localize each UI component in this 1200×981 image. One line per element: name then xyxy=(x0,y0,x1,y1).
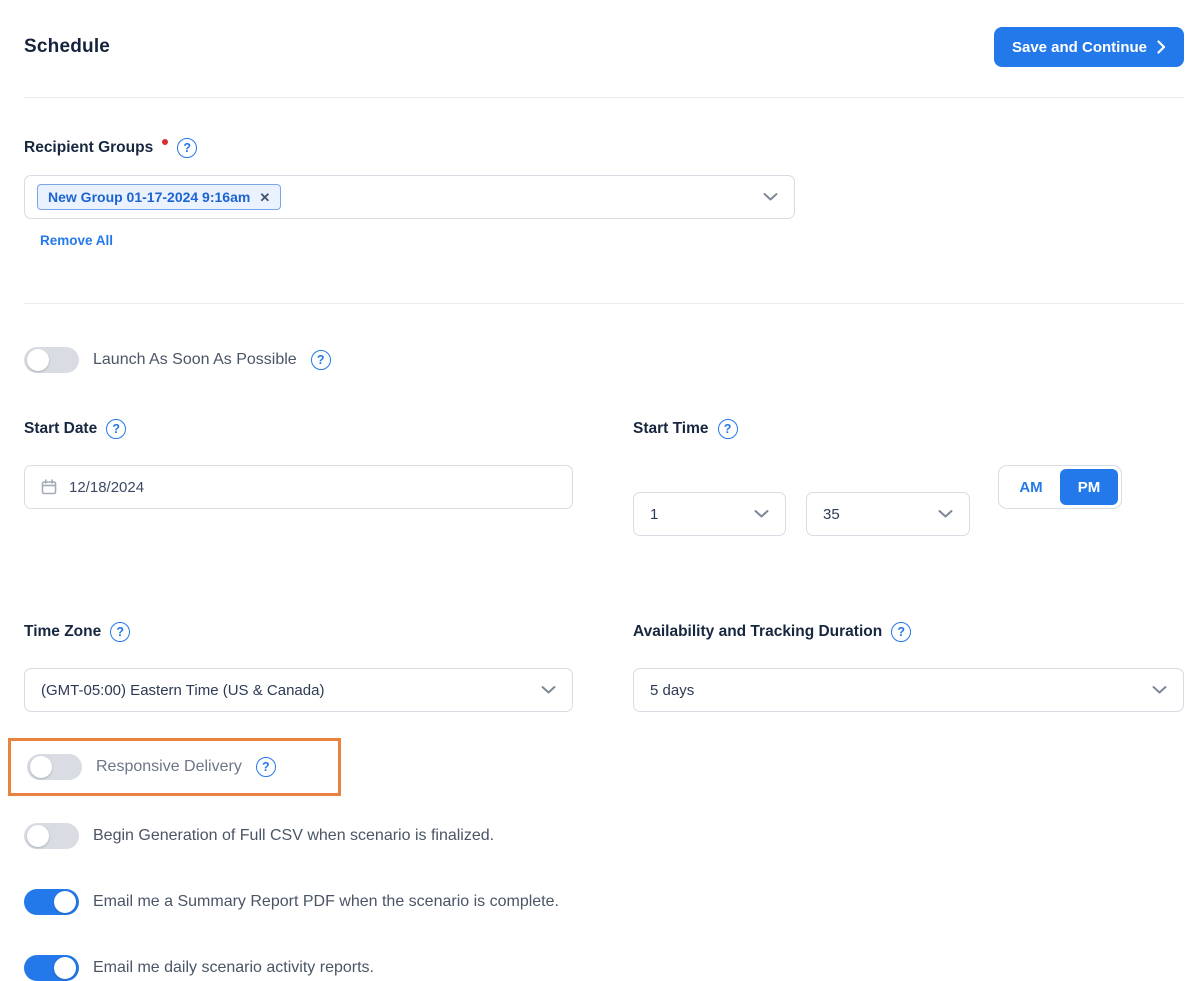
responsive-delivery-label: Responsive Delivery xyxy=(96,758,242,776)
tag-remove-icon[interactable]: ✕ xyxy=(259,191,270,204)
duration-label: Availability and Tracking Duration xyxy=(633,623,882,641)
toggle-knob xyxy=(27,825,49,847)
responsive-delivery-highlight: Responsive Delivery ? xyxy=(8,738,341,796)
start-time-help-icon[interactable]: ? xyxy=(718,419,738,439)
toggle-knob xyxy=(27,349,49,371)
am-button[interactable]: AM xyxy=(1002,469,1060,505)
meridiem-toggle-group: AM PM xyxy=(998,465,1122,509)
time-zone-cell: Time Zone ? (GMT-05:00) Eastern Time (US… xyxy=(24,623,573,712)
schedule-page: Schedule Save and Continue Recipient Gro… xyxy=(0,0,1200,965)
chevron-right-icon xyxy=(1157,40,1166,54)
recipient-group-tag[interactable]: New Group 01-17-2024 9:16am ✕ xyxy=(37,184,281,210)
recipient-groups-select[interactable]: New Group 01-17-2024 9:16am ✕ xyxy=(24,175,795,219)
recipient-groups-label: Recipient Groups xyxy=(24,139,153,157)
csv-generation-toggle[interactable] xyxy=(24,823,79,849)
start-time-controls: 1 35 AM PM xyxy=(633,465,1184,536)
start-time-label: Start Time xyxy=(633,420,709,438)
responsive-delivery-help-icon[interactable]: ? xyxy=(256,757,276,777)
start-time-label-row: Start Time ? xyxy=(633,420,1184,438)
start-date-cell: Start Date ? 12/18/2024 xyxy=(24,420,573,536)
start-date-label: Start Date xyxy=(24,420,97,438)
launch-asap-toggle[interactable] xyxy=(24,347,79,373)
chevron-down-icon xyxy=(938,510,953,519)
pm-button[interactable]: PM xyxy=(1060,469,1118,505)
duration-label-row: Availability and Tracking Duration ? xyxy=(633,623,1184,641)
time-zone-label: Time Zone xyxy=(24,623,101,641)
time-zone-value: (GMT-05:00) Eastern Time (US & Canada) xyxy=(41,682,324,699)
header-divider xyxy=(24,97,1184,98)
duration-cell: Availability and Tracking Duration ? 5 d… xyxy=(633,623,1184,712)
section-divider xyxy=(24,303,1184,304)
start-date-label-row: Start Date ? xyxy=(24,420,573,438)
start-time-cell: Start Time ? 1 35 AM PM xyxy=(633,420,1184,536)
hour-select[interactable]: 1 xyxy=(633,492,786,536)
remove-all-link[interactable]: Remove All xyxy=(40,233,113,248)
duration-help-icon[interactable]: ? xyxy=(891,622,911,642)
start-date-input[interactable]: 12/18/2024 xyxy=(24,465,573,509)
launch-toggle-label: Launch As Soon As Possible xyxy=(93,351,297,369)
summary-report-toggle-row: Email me a Summary Report PDF when the s… xyxy=(24,889,1184,915)
start-date-help-icon[interactable]: ? xyxy=(106,419,126,439)
daily-reports-toggle[interactable] xyxy=(24,955,79,981)
csv-toggle-label: Begin Generation of Full CSV when scenar… xyxy=(93,827,494,845)
save-and-continue-button[interactable]: Save and Continue xyxy=(994,27,1184,67)
required-dot-icon xyxy=(162,139,168,145)
minute-select[interactable]: 35 xyxy=(806,492,970,536)
recipient-groups-label-row: Recipient Groups ? xyxy=(24,138,1184,158)
hour-value: 1 xyxy=(650,506,658,523)
time-zone-label-row: Time Zone ? xyxy=(24,623,573,641)
time-zone-help-icon[interactable]: ? xyxy=(110,622,130,642)
chevron-down-icon xyxy=(541,686,556,695)
launch-help-icon[interactable]: ? xyxy=(311,350,331,370)
duration-value: 5 days xyxy=(650,682,694,699)
date-time-grid: Start Date ? 12/18/2024 Start Time ? xyxy=(24,420,1184,712)
summary-report-toggle-label: Email me a Summary Report PDF when the s… xyxy=(93,893,559,911)
save-button-label: Save and Continue xyxy=(1012,39,1147,56)
duration-select[interactable]: 5 days xyxy=(633,668,1184,712)
chevron-down-icon xyxy=(1152,686,1167,695)
launch-toggle-row: Launch As Soon As Possible ? xyxy=(24,347,1184,373)
csv-toggle-row: Begin Generation of Full CSV when scenar… xyxy=(24,823,1184,849)
start-date-value: 12/18/2024 xyxy=(69,479,144,496)
daily-reports-toggle-label: Email me daily scenario activity reports… xyxy=(93,959,374,977)
chevron-down-icon xyxy=(754,510,769,519)
time-zone-select[interactable]: (GMT-05:00) Eastern Time (US & Canada) xyxy=(24,668,573,712)
daily-reports-toggle-row: Email me daily scenario activity reports… xyxy=(24,955,1184,981)
toggle-knob xyxy=(54,957,76,979)
minute-value: 35 xyxy=(823,506,840,523)
responsive-delivery-toggle[interactable] xyxy=(27,754,82,780)
toggle-knob xyxy=(54,891,76,913)
recipient-groups-help-icon[interactable]: ? xyxy=(177,138,197,158)
recipient-group-tag-label: New Group 01-17-2024 9:16am xyxy=(48,189,250,205)
page-title: Schedule xyxy=(24,36,110,58)
responsive-delivery-row: Responsive Delivery ? xyxy=(27,754,276,780)
page-header: Schedule Save and Continue xyxy=(24,0,1184,67)
calendar-icon xyxy=(41,479,57,495)
summary-report-toggle[interactable] xyxy=(24,889,79,915)
toggle-knob xyxy=(30,756,52,778)
chevron-down-icon xyxy=(763,193,778,202)
